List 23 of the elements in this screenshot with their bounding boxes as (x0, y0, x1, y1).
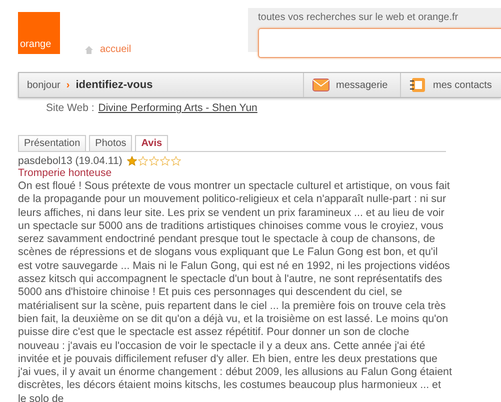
site-label: Site Web : (46, 102, 94, 114)
login-link[interactable]: identifiez-vous (76, 79, 153, 91)
home-icon (84, 44, 94, 54)
site-link[interactable]: Divine Performing Arts - Shen Yun (98, 102, 258, 114)
envelope-icon (312, 78, 330, 92)
search-field[interactable] (258, 28, 501, 58)
contacts-link[interactable]: mes contacts (433, 80, 492, 90)
mail-link[interactable]: messagerie (336, 80, 388, 90)
tab[interactable]: Présentation (18, 135, 86, 151)
tab[interactable]: Photos (89, 135, 132, 151)
greeting-text: bonjour (27, 80, 60, 90)
star-icon (127, 156, 138, 166)
star-icon (149, 156, 160, 166)
search-label: toutes vos recherches sur le web et orange.fr (258, 12, 458, 23)
star-icon (138, 156, 148, 166)
tab[interactable]: Avis (135, 135, 168, 151)
review-text: On est floué ! Sous prétexte de vous montrer un spectacle culturel et artistique, on vous fait de la propagande pour un mouvement politico-religieux et cela n'apparaît nulle-part : ni sur leurs affiches, ni dans leur site. Les prix se vendent un prix faramineux ... et au lieu de voir un spectacle sur 5000 ans de traditions artistiques chinoises comme vous le croyiez, vous serez savamment endoctriné pendant presque tout le spectacle à coup de chansons, de scènes de répressions et de slogans vous expliquant que Le Falun Gong est bon, et qu'il est votre sauvegarde ... Mais ni le Falun Gong, qui est né en 1992, ni les projections vidéos assez kitsch qui accompagnent le spectacle d'un bout à l'autre, ne sont représentatifs des 5000 ans d'histoire chinoise ! Et puis ces personnages qui descendent du ciel, se matérialisent sur la scène, puis repartent dans le ciel ... la première fois on trouve cela très bien fait, la deuxième on se dit qu'on a déjà vu, et la troisième on est lassé. Le moins qu'on puisse dire c'est que le spectacle est assez répétitif. Pour donner un son de cloche nouveau : j'avais eu l'occasion de voir le spectacle il y a deux ans. Cette année j'ai été invitée et je pouvais difficilement refuser d'y aller. Eh bien, entre les deux prestations que j'ai vues, il y avait un énorme changement : début 2009, les allusions au Falun Gong étaient discrètes, les décors étaient moins kitschs, les costumes beaucoup plus harmonieux ... et le solo de (18, 180, 452, 402)
star-icon (171, 156, 182, 166)
review-title: Tromperie honteuse (18, 167, 113, 180)
star-icon (160, 156, 170, 166)
chevron-icon: › (66, 80, 70, 90)
review-author: pasdebol13 (19.04.11) (18, 155, 122, 167)
address-book-icon (409, 78, 427, 92)
